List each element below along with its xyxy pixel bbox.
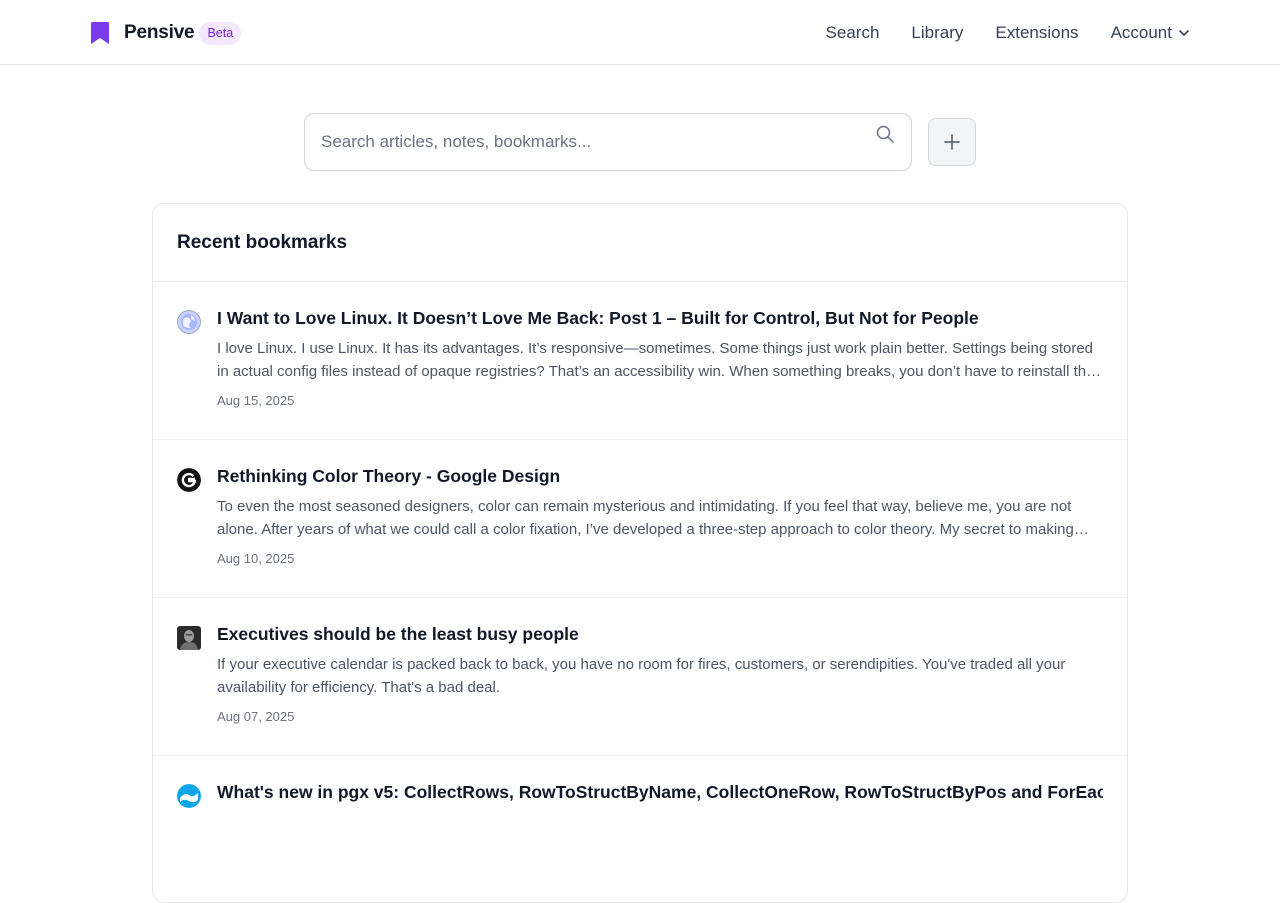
nav-search[interactable]: Search [826,23,880,43]
search-row [304,113,976,171]
add-bookmark-button[interactable] [928,118,976,166]
bookmark-title[interactable]: I Want to Love Linux. It Doesn’t Love Me… [217,306,1103,330]
chevron-down-icon [1179,29,1189,36]
bookmark-icon [91,22,109,44]
main-nav: Search Library Extensions Account [826,0,1190,65]
brand[interactable]: Pensive Beta [90,20,242,46]
brand-name: Pensive [124,22,195,43]
bookmark-excerpt: If your executive calendar is packed bac… [217,656,1066,696]
beta-badge: Beta [199,21,242,45]
nav-account-label: Account [1110,22,1172,42]
bookmark-item[interactable]: I Want to Love Linux. It Doesn’t Love Me… [153,282,1127,440]
plus-icon [944,134,960,150]
bookmark-item[interactable]: Executives should be the least busy peop… [153,598,1127,756]
nav-account[interactable]: Account [1111,23,1190,43]
card-header: Recent bookmarks [153,204,1127,282]
bookmark-title[interactable]: What's new in pgx v5: CollectRows, RowTo… [217,780,1103,804]
card-title: Recent bookmarks [177,231,348,253]
site-logo-icon [177,784,201,808]
google-g-icon [177,468,201,492]
bookmark-date: Aug 15, 2025 [217,393,295,408]
globe-icon [177,310,201,334]
bookmark-excerpt: To even the most seasoned designers, col… [217,498,1074,538]
bookmark-item[interactable]: Rethinking Color Theory - Google Design … [153,440,1127,598]
nav-library[interactable]: Library [911,23,963,43]
bookmark-date: Aug 07, 2025 [217,709,295,724]
bookmark-excerpt: I love Linux. I use Linux. It has its ad… [217,340,1095,380]
bookmark-item[interactable]: What's new in pgx v5: CollectRows, RowTo… [153,756,1127,902]
bookmark-title[interactable]: Executives should be the least busy peop… [217,622,1103,646]
search-icon[interactable] [875,124,895,144]
top-header: Pensive Beta Search Library Extensions A… [0,0,1280,65]
bookmark-date: Aug 10, 2025 [217,551,295,566]
bookmark-title[interactable]: Rethinking Color Theory - Google Design [217,464,1103,488]
recent-bookmarks-card: Recent bookmarks I Want to Love Linux. I… [152,203,1128,903]
author-avatar-icon [177,626,201,650]
nav-extensions[interactable]: Extensions [995,23,1078,43]
search-input[interactable] [305,114,911,170]
search-box [304,113,912,171]
